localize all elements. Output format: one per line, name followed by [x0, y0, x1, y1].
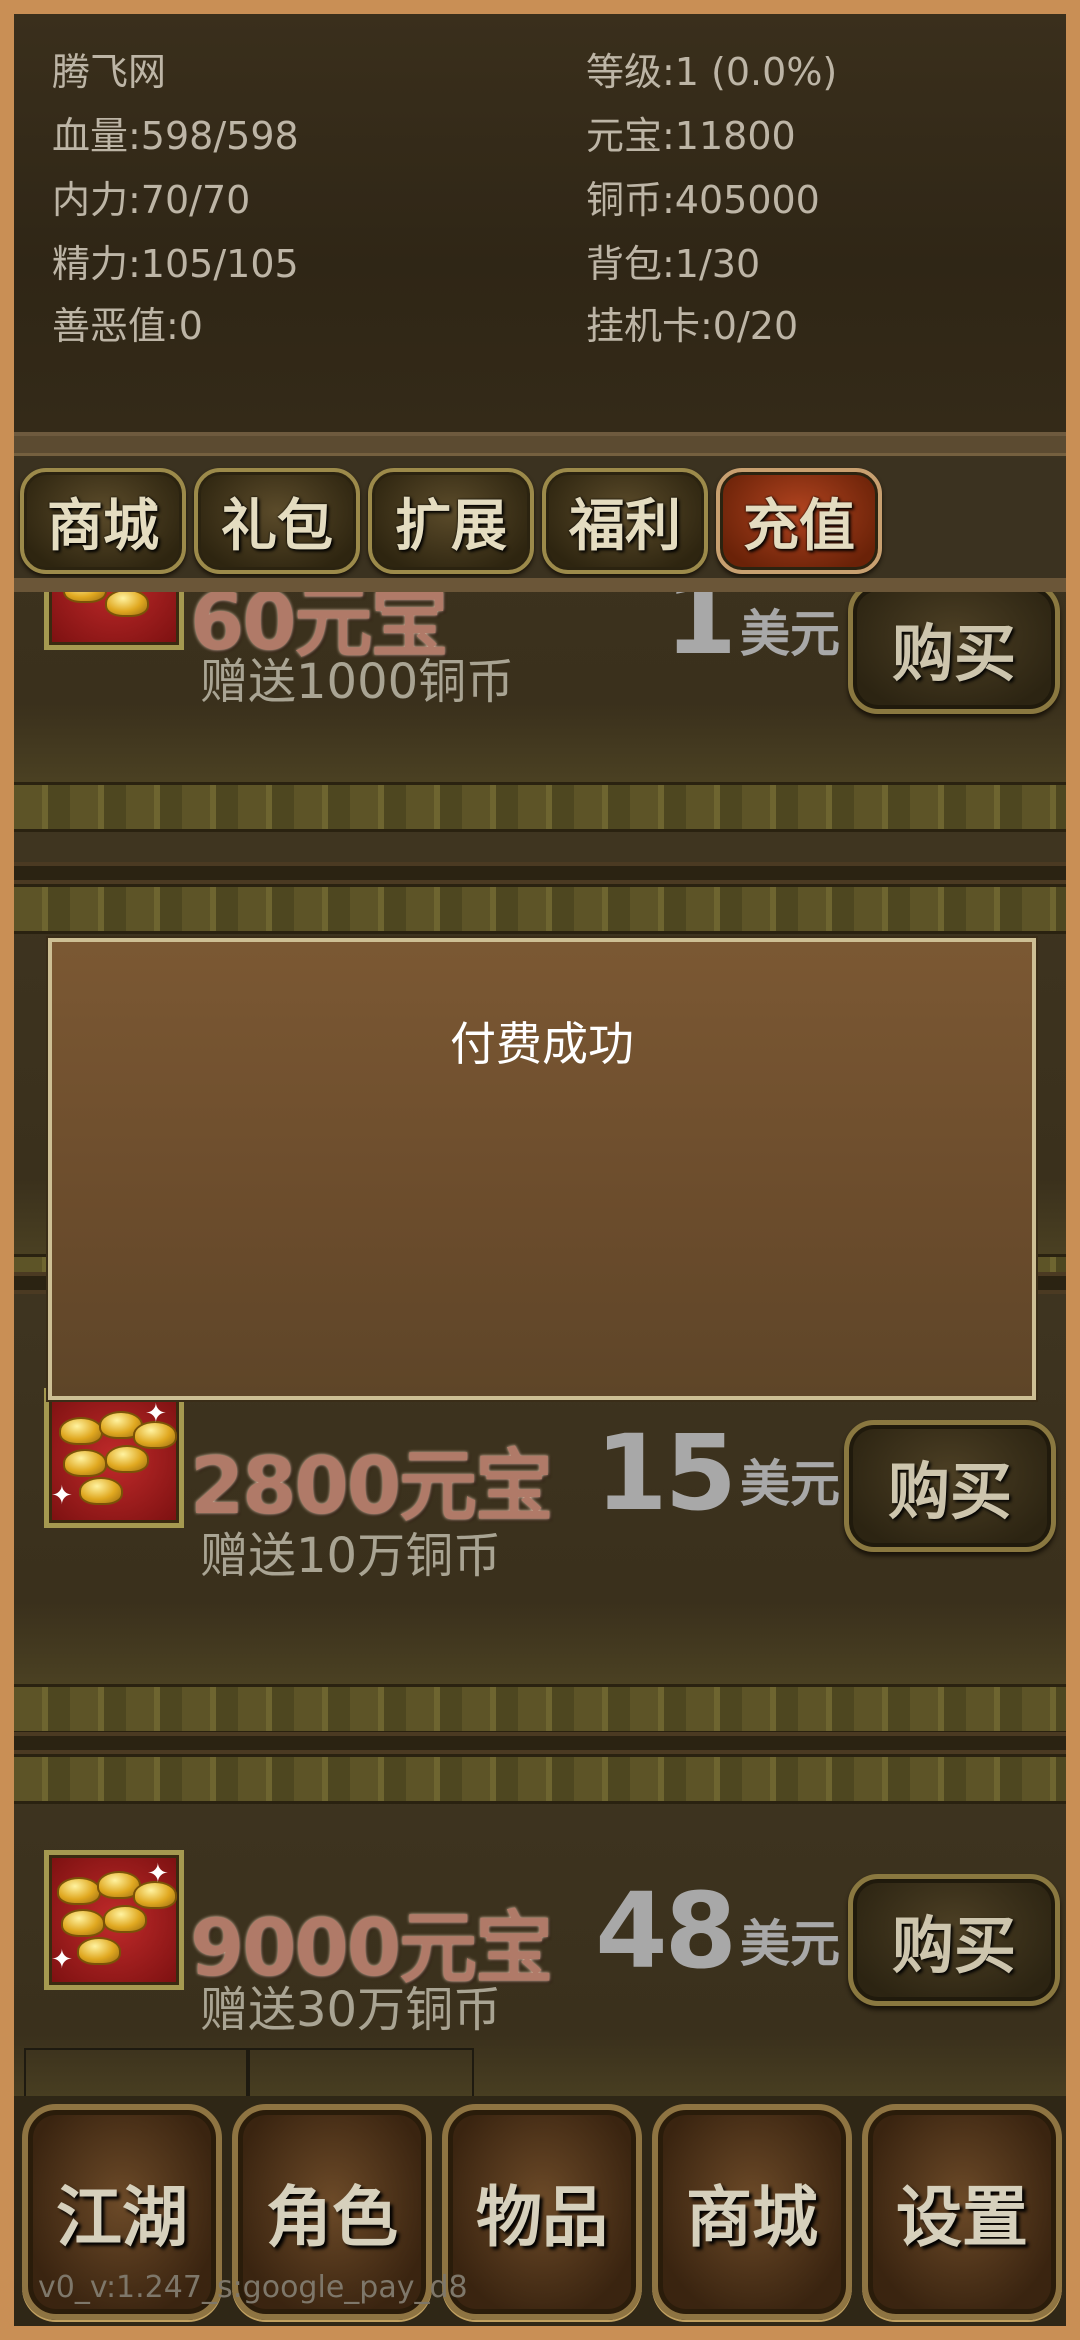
- karma-stat: 善恶值:0: [52, 304, 203, 348]
- buy-button[interactable]: 购买: [848, 592, 1060, 714]
- bonus-text: 赠送30万铜币: [200, 1982, 502, 2038]
- ingot-icon: ✦ ✦: [44, 1388, 184, 1528]
- price-currency: 美元: [740, 1455, 840, 1513]
- recharge-item: 60元宝 赠送1000铜币 1 美元 购买: [14, 592, 1066, 832]
- ingot-icon: [44, 592, 184, 650]
- decorative-band: [14, 782, 1066, 832]
- tab-welfare[interactable]: 福利: [542, 468, 708, 574]
- bonus-text: 赠送10万铜币: [200, 1528, 502, 1584]
- tab-expand[interactable]: 扩展: [368, 468, 534, 574]
- bonus-text: 赠送1000铜币: [200, 654, 515, 710]
- level-stat: 等级:1 (0.0%): [586, 50, 838, 94]
- tab-divider: [14, 578, 1066, 592]
- buy-button[interactable]: 购买: [844, 1420, 1056, 1552]
- bag-stat: 背包:1/30: [586, 242, 761, 286]
- payment-success-dialog[interactable]: 付费成功: [48, 938, 1036, 1400]
- item-divider: [14, 1732, 1066, 1754]
- nav-mall[interactable]: 商城: [652, 2104, 852, 2320]
- version-label: v0_v:1.247_s:google_pay_d8: [38, 2270, 468, 2305]
- coins-stat: 铜币:405000: [586, 178, 820, 222]
- nav-items[interactable]: 物品: [442, 2104, 642, 2320]
- stamina-stat: 精力:105/105: [52, 242, 299, 286]
- shop-tab-bar: 商城 礼包 扩展 福利 充值: [14, 458, 1066, 578]
- price-value: 48: [595, 1870, 737, 1992]
- dialog-message: 付费成功: [450, 1017, 634, 1071]
- player-stats-panel: 腾飞网 等级:1 (0.0%) 血量:598/598 元宝:11800 内力:7…: [14, 14, 1066, 436]
- price-value: 15: [595, 1412, 737, 1534]
- player-name: 腾飞网: [52, 50, 167, 94]
- ingot-icon: ✦ ✦: [44, 1850, 184, 1990]
- decorative-band: [14, 884, 1066, 934]
- buy-button[interactable]: 购买: [848, 1874, 1060, 2006]
- tab-mall[interactable]: 商城: [20, 468, 186, 574]
- item-divider: [14, 862, 1066, 884]
- tab-recharge[interactable]: 充值: [716, 468, 882, 574]
- price-currency: 美元: [740, 605, 840, 663]
- tab-gift-pack[interactable]: 礼包: [194, 468, 360, 574]
- decorative-band: [14, 1754, 1066, 1804]
- yuanbao-stat: 元宝:11800: [586, 114, 796, 158]
- hp-stat: 血量:598/598: [52, 114, 299, 158]
- header-divider: [14, 436, 1066, 456]
- decorative-band: [14, 1684, 1066, 1734]
- price-currency: 美元: [740, 1915, 840, 1973]
- price-value: 1: [664, 592, 737, 678]
- mp-stat: 内力:70/70: [52, 178, 251, 222]
- idle-card-stat: 挂机卡:0/20: [586, 304, 799, 348]
- nav-settings[interactable]: 设置: [862, 2104, 1062, 2320]
